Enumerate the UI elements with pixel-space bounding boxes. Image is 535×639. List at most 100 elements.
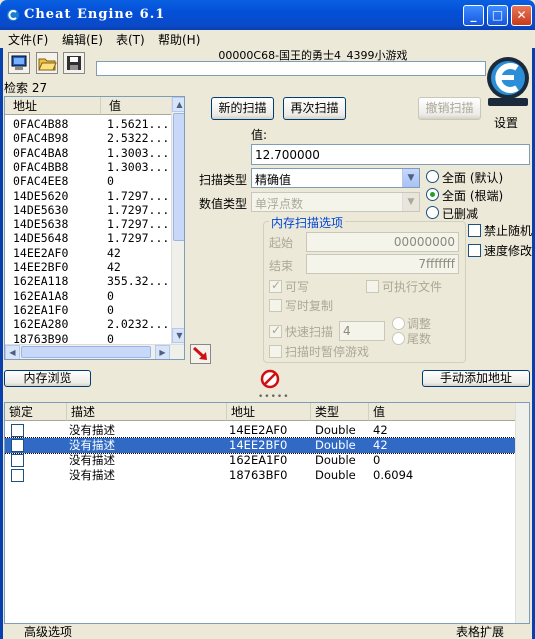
- table-extras-link[interactable]: 表格扩展: [456, 623, 504, 639]
- speed-modify-label[interactable]: 速度修改: [484, 242, 532, 259]
- result-address: 0FAC4B88: [13, 117, 69, 131]
- menu-help[interactable]: 帮助(H): [158, 31, 200, 48]
- maximize-button[interactable]: □: [487, 5, 508, 26]
- stop-label: 结束: [269, 259, 294, 273]
- scan-results-list[interactable]: 地址 值 0FAC4B88 1.5621... 0FAC4B98 2.5322... 0…: [4, 96, 185, 360]
- list-item[interactable]: 14EE2BF0 42: [5, 260, 171, 274]
- memory-view-button[interactable]: 内存浏览: [4, 370, 91, 387]
- results-hscrollbar[interactable]: ◀ ▶: [5, 344, 184, 359]
- minimize-button[interactable]: _: [463, 5, 484, 26]
- disable-random-label[interactable]: 禁止随机: [484, 222, 532, 239]
- freeze-checkbox[interactable]: [11, 439, 24, 452]
- header-description[interactable]: 描述: [67, 403, 227, 421]
- result-address: 14DE5648: [13, 231, 69, 246]
- radio-full-root[interactable]: [426, 188, 439, 201]
- col-value-header[interactable]: 值: [101, 97, 171, 115]
- open-file-button[interactable]: [36, 52, 58, 74]
- fast-scan-checkbox[interactable]: [269, 323, 282, 338]
- scroll-left-icon[interactable]: ◀: [5, 345, 20, 359]
- last-digits-label[interactable]: 尾数: [407, 330, 431, 347]
- start-address-input[interactable]: [306, 232, 459, 252]
- table-row[interactable]: 没有描述 18763BF0 Double 0.6094: [5, 468, 515, 483]
- scroll-up-icon[interactable]: ▲: [172, 97, 184, 112]
- radio-full-default-label[interactable]: 全面 (默认): [442, 169, 503, 186]
- menu-edit[interactable]: 编辑(E): [62, 31, 103, 48]
- scan-type-select[interactable]: 精确值 ▼: [251, 168, 420, 188]
- radio-full-default[interactable]: [426, 170, 439, 183]
- radio-trimmed-label[interactable]: 已删减: [442, 205, 478, 222]
- header-address[interactable]: 地址: [227, 403, 311, 421]
- freeze-checkbox[interactable]: [11, 454, 24, 467]
- menu-file[interactable]: 文件(F): [8, 31, 48, 48]
- list-item[interactable]: 162EA1A8 0: [5, 289, 171, 303]
- results-vscrollbar[interactable]: ▲ ▼: [171, 97, 184, 344]
- cell-value: 0: [373, 453, 381, 467]
- add-selected-button[interactable]: [190, 344, 211, 364]
- list-item[interactable]: 162EA118 355.32...: [5, 274, 171, 288]
- col-address-header[interactable]: 地址: [5, 97, 101, 115]
- list-item[interactable]: 14DE5638 1.7297...: [5, 217, 171, 231]
- header-type[interactable]: 类型: [311, 403, 369, 421]
- list-item[interactable]: 14DE5630 1.7297...: [5, 203, 171, 217]
- radio-trimmed[interactable]: [426, 206, 439, 219]
- copy-on-write-checkbox[interactable]: [269, 299, 282, 312]
- list-item[interactable]: 0FAC4BB8 1.3003...: [5, 160, 171, 174]
- stop-scan-button[interactable]: [260, 369, 280, 389]
- executable-checkbox[interactable]: [366, 280, 379, 293]
- list-item[interactable]: 0FAC4BA8 1.3003...: [5, 146, 171, 160]
- settings-label[interactable]: 设置: [494, 114, 518, 131]
- executable-label[interactable]: 可执行文件: [382, 278, 462, 295]
- list-item[interactable]: 14DE5620 1.7297...: [5, 189, 171, 203]
- last-digits-radio[interactable]: [392, 332, 405, 345]
- cell-value: 42: [373, 423, 388, 437]
- cheat-table[interactable]: 锁定 描述 地址 类型 值 没有描述 14EE2AF0 Double 42 没有描述 14…: [4, 402, 530, 624]
- list-item[interactable]: 162EA1F0 0: [5, 303, 171, 317]
- advanced-options-link[interactable]: 高级选项: [24, 623, 72, 639]
- freeze-checkbox[interactable]: [11, 469, 24, 482]
- result-value: 1.7297...: [107, 202, 170, 217]
- copy-on-write-label[interactable]: 写时复制: [285, 297, 333, 314]
- radio-full-root-label[interactable]: 全面 (根端): [442, 187, 503, 204]
- result-value: 355.32...: [107, 274, 170, 289]
- table-vscrollbar[interactable]: [515, 403, 529, 623]
- menu-table[interactable]: 表(T): [116, 31, 145, 48]
- close-button[interactable]: ✕: [511, 5, 532, 26]
- table-row[interactable]: 没有描述 14EE2AF0 Double 42: [5, 423, 515, 438]
- undo-scan-button[interactable]: 撤销扫描: [418, 97, 481, 120]
- new-scan-button[interactable]: 新的扫描: [211, 97, 274, 120]
- open-process-button[interactable]: [8, 52, 30, 74]
- scroll-right-icon[interactable]: ▶: [155, 345, 170, 359]
- chevron-down-icon: ▼: [402, 193, 419, 211]
- pause-game-label[interactable]: 扫描时暂停游戏: [285, 343, 371, 360]
- freeze-checkbox[interactable]: [11, 424, 24, 437]
- value-type-select[interactable]: 单浮点数 ▼: [251, 192, 420, 212]
- header-freeze[interactable]: 锁定: [5, 403, 67, 421]
- value-input[interactable]: [251, 144, 530, 165]
- writable-label[interactable]: 可写: [285, 278, 309, 295]
- align-radio[interactable]: [392, 317, 405, 330]
- stop-address-input[interactable]: [306, 254, 459, 274]
- cheat-engine-logo[interactable]: [484, 54, 532, 114]
- list-item[interactable]: 14DE5648 1.7297...: [5, 231, 171, 245]
- next-scan-button[interactable]: 再次扫描: [283, 97, 346, 120]
- pause-game-checkbox[interactable]: [269, 345, 282, 358]
- table-row[interactable]: 没有描述 14EE2BF0 Double 42: [5, 437, 516, 454]
- disable-random-checkbox[interactable]: [468, 224, 481, 237]
- table-row[interactable]: 没有描述 162EA1F0 Double 0: [5, 453, 515, 468]
- list-item[interactable]: 0FAC4B88 1.5621...: [5, 117, 171, 131]
- scroll-thumb[interactable]: [173, 113, 184, 241]
- writable-checkbox[interactable]: [269, 278, 282, 293]
- list-item[interactable]: 0FAC4EE8 0: [5, 174, 171, 188]
- splitter-grip[interactable]: •••••: [258, 392, 290, 402]
- speed-modify-checkbox[interactable]: [468, 244, 481, 257]
- list-item[interactable]: 14EE2AF0 42: [5, 246, 171, 260]
- hscroll-thumb[interactable]: [21, 346, 151, 358]
- scroll-down-icon[interactable]: ▼: [172, 328, 184, 343]
- fast-scan-label[interactable]: 快速扫描: [285, 323, 337, 340]
- list-item[interactable]: 162EA280 2.0232...: [5, 317, 171, 331]
- add-address-manually-button[interactable]: 手动添加地址: [422, 370, 530, 387]
- list-item[interactable]: 0FAC4B98 2.5322...: [5, 131, 171, 145]
- fast-scan-input[interactable]: [339, 321, 385, 341]
- header-value[interactable]: 值: [369, 403, 529, 421]
- save-button[interactable]: [63, 52, 85, 74]
